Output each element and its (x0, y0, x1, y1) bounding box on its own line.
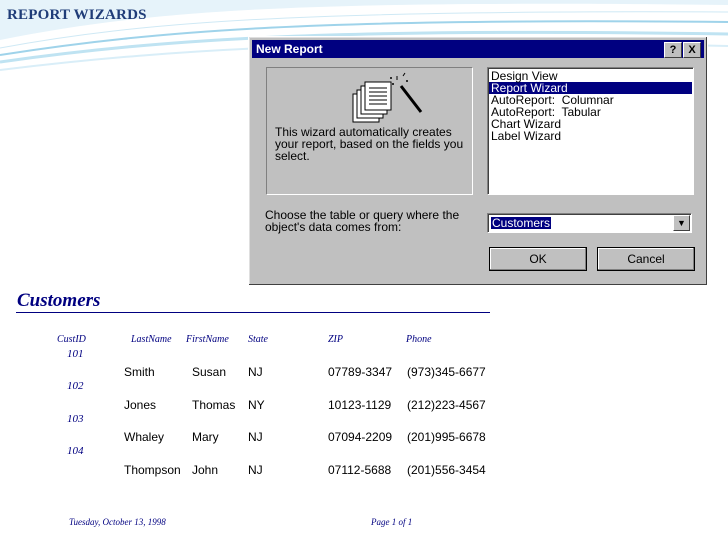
header-firstname: FirstName (186, 334, 229, 345)
row-firstname: Susan (192, 365, 227, 379)
row-zip: 07094-2209 (328, 430, 393, 444)
report-footer-date: Tuesday, October 13, 1998 (69, 517, 166, 527)
row-zip: 07112-5688 (328, 463, 392, 477)
row-state: NY (248, 398, 265, 412)
header-zip: ZIP (328, 334, 343, 345)
header-phone: Phone (406, 334, 432, 345)
row-phone: (212)223-4567 (407, 398, 486, 412)
help-button[interactable]: ? (664, 42, 682, 58)
wizard-preview-panel: This wizard automatically creates your r… (266, 67, 473, 195)
header-lastname: LastName (131, 334, 172, 345)
combobox-value: Customers (491, 216, 552, 230)
row-custid: 102 (67, 380, 84, 392)
report-wizard-icon (352, 72, 423, 123)
row-firstname: Mary (192, 430, 219, 444)
row-state: NJ (248, 430, 263, 444)
row-state: NJ (248, 365, 263, 379)
ok-button[interactable]: OK (489, 247, 587, 271)
row-custid: 103 (67, 413, 84, 425)
row-lastname: Jones (124, 398, 157, 412)
wizard-description: This wizard automatically creates your r… (275, 125, 464, 163)
row-custid: 104 (67, 445, 84, 457)
row-zip: 10123-1129 (328, 398, 392, 412)
data-source-combobox[interactable]: Customers ▼ (487, 213, 692, 233)
dialog-titlebar: New Report ? X (252, 40, 704, 58)
dropdown-arrow-icon[interactable]: ▼ (673, 215, 690, 231)
header-state: State (248, 334, 268, 345)
report-title: Customers (17, 290, 101, 311)
report-title-rule (16, 312, 490, 313)
row-custid: 101 (67, 348, 84, 360)
row-firstname: Thomas (192, 398, 236, 412)
row-zip: 07789-3347 (328, 365, 393, 379)
report-footer-page: Page 1 of 1 (371, 517, 413, 527)
new-report-dialog: New Report ? X This wizard automatically… (248, 36, 708, 286)
header-custid: CustID (57, 334, 86, 345)
report-type-option[interactable]: Label Wizard (489, 130, 692, 142)
row-lastname: Smith (124, 365, 155, 379)
customers-report-preview: Customers CustID LastName FirstName Stat… (14, 287, 492, 527)
row-firstname: John (192, 463, 219, 477)
choose-source-label: Choose the table or query where the obje… (265, 208, 460, 234)
row-lastname: Thompson (124, 463, 181, 477)
report-type-listbox[interactable]: Design View Report Wizard AutoReport: Colu… (487, 67, 694, 195)
slide-title: REPORT WIZARDS (7, 7, 147, 23)
cancel-button[interactable]: Cancel (597, 247, 695, 271)
dialog-title: New Report (256, 42, 323, 56)
row-lastname: Whaley (124, 430, 165, 444)
row-phone: (201)556-3454 (407, 463, 486, 477)
close-button[interactable]: X (683, 42, 701, 58)
row-state: NJ (248, 463, 263, 477)
report-type-items: Design View Report Wizard AutoReport: Colu… (489, 70, 692, 142)
row-phone: (973)345-6677 (407, 365, 486, 379)
row-phone: (201)995-6678 (407, 430, 486, 444)
